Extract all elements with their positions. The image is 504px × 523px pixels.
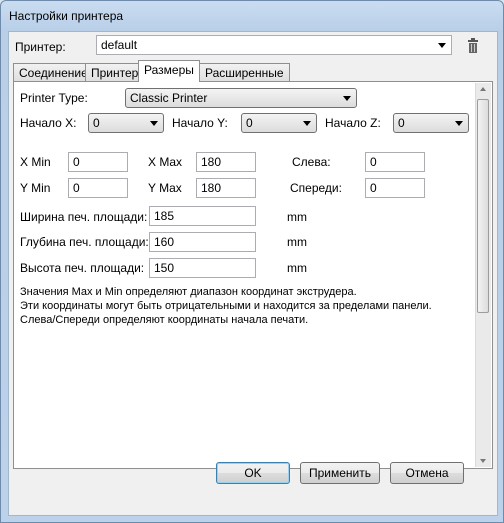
info-line: Слева/Спереди определяют координаты нача… (20, 314, 309, 326)
y-max-field[interactable]: 180 (196, 178, 256, 198)
chevron-down-icon (455, 121, 463, 126)
printer-select[interactable]: default (96, 35, 452, 55)
bed-height-unit: mm (287, 261, 307, 275)
chevron-down-icon (438, 43, 446, 48)
info-text: Значения Max и Min определяют диапазон к… (20, 285, 432, 327)
vertical-scrollbar[interactable] (475, 83, 491, 467)
start-y-select[interactable]: 0 (241, 113, 317, 133)
x-max-field[interactable]: 180 (196, 152, 256, 172)
tab-dimensions[interactable]: Размеры (138, 60, 200, 82)
trash-icon[interactable] (466, 38, 480, 54)
bed-height-field[interactable]: 150 (149, 258, 256, 278)
y-min-field[interactable]: 0 (68, 178, 128, 198)
left-field[interactable]: 0 (365, 152, 425, 172)
start-z-label: Начало Z: (325, 116, 381, 130)
front-field[interactable]: 0 (365, 178, 425, 198)
printer-select-value: default (101, 38, 138, 52)
left-label: Слева: (292, 155, 331, 169)
bed-depth-label: Глубина печ. площади: (20, 235, 149, 249)
tab-connection[interactable]: Соединение (13, 63, 94, 81)
cancel-button[interactable]: Отмена (390, 462, 464, 484)
info-line: Эти координаты могут быть отрицательными… (20, 300, 432, 312)
chevron-down-icon (343, 96, 351, 101)
y-min-label: Y Min (20, 181, 51, 195)
bed-width-unit: mm (287, 210, 307, 224)
title-bar[interactable]: Настройки принтера (1, 1, 503, 31)
x-max-label: X Max (148, 155, 183, 169)
chevron-down-icon (150, 121, 158, 126)
printer-label: Принтер: (15, 40, 66, 54)
start-x-label: Начало X: (20, 116, 77, 130)
dialog-client-area: Принтер: default Соединение Принтер Разм… (8, 31, 498, 516)
apply-button[interactable]: Применить (300, 462, 380, 484)
printer-settings-window: Настройки принтера Принтер: default Соед… (0, 0, 504, 523)
y-max-label: Y Max (148, 181, 182, 195)
front-label: Спереди: (290, 181, 342, 195)
chevron-down-icon (303, 121, 311, 126)
window-title: Настройки принтера (9, 9, 124, 23)
bed-depth-field[interactable]: 160 (149, 232, 256, 252)
bed-width-label: Ширина печ. площади: (20, 210, 148, 224)
scroll-up-icon[interactable] (480, 87, 486, 91)
printer-type-select[interactable]: Classic Printer (125, 88, 357, 108)
x-min-label: X Min (20, 155, 51, 169)
bed-width-field[interactable]: 185 (149, 206, 256, 226)
info-line: Значения Max и Min определяют диапазон к… (20, 286, 357, 298)
x-min-field[interactable]: 0 (68, 152, 128, 172)
start-y-label: Начало Y: (172, 116, 228, 130)
start-x-select[interactable]: 0 (88, 113, 164, 133)
tab-advanced[interactable]: Расширенные (199, 63, 290, 81)
ok-button[interactable]: OK (216, 462, 290, 484)
printer-type-label: Printer Type: (20, 91, 88, 105)
scrollbar-thumb[interactable] (477, 99, 489, 313)
dimensions-panel: Printer Type: Classic Printer Начало X: … (13, 81, 493, 469)
bed-height-label: Высота печ. площади: (20, 261, 145, 275)
tab-printer[interactable]: Принтер (85, 63, 145, 81)
scroll-down-icon[interactable] (480, 459, 486, 463)
bed-depth-unit: mm (287, 235, 307, 249)
start-z-select[interactable]: 0 (393, 113, 469, 133)
